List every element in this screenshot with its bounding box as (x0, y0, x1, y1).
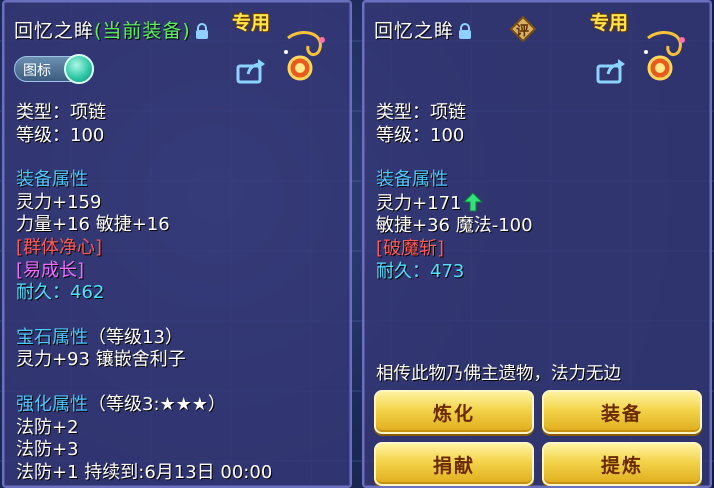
item-type: 类型：项链 (376, 102, 466, 123)
item-details: 类型：项链 等级：100 装备属性 灵力+171 敏捷+36 魔法-100 [破… (376, 102, 533, 283)
enhance-line: 法防+3 (16, 439, 79, 461)
item-description: 相传此物乃佛主遗物，法力无边 (376, 364, 621, 384)
gem-line: 灵力+93 镶嵌舍利子 (16, 349, 186, 371)
donate-button[interactable]: 捐献 (374, 442, 534, 486)
gem-header-row: 宝石属性（等级13） (16, 327, 272, 350)
special-attr: [破魔斩] (376, 237, 445, 259)
enhance-line: 法防+2 (16, 416, 79, 438)
toggle-label: 图标 (23, 63, 51, 79)
durability: 耐久：462 (16, 282, 105, 304)
special-attr-growth: [易成长] (16, 259, 85, 281)
attr-header: 装备属性 (16, 169, 88, 191)
compare-item-panel: 回忆之眸 评 专用 类型：项链 等级：100 装备属性 灵力+171 敏捷+36… (362, 0, 712, 488)
item-level: 等级：100 (16, 124, 105, 146)
necklace-ornament-icon (284, 31, 325, 81)
gem-level: （等级13） (88, 326, 183, 348)
item-details: 类型：项链 等级：100 装备属性 灵力+159 力量+16 敏捷+16 [群体… (16, 102, 272, 484)
equipped-item-panel: 回忆之眸(当前装备) 专用 图标 类型：项链 等级：100 装备属性 灵力+15… (2, 0, 352, 488)
attr-line: 力量+16 敏捷+16 (16, 214, 170, 236)
enhance-level: （等级3:★★★） (88, 393, 226, 415)
toggle-knob (64, 54, 94, 84)
special-tag: 专用 (232, 12, 271, 34)
enhance-header: 强化属性 (16, 393, 88, 415)
item-title: 回忆之眸(当前装备) (14, 16, 209, 43)
enhance-header-row: 强化属性（等级3:★★★） (16, 394, 272, 417)
necklace-ornament-icon (644, 31, 685, 81)
equipped-status: (当前装备) (94, 20, 191, 42)
item-type: 类型：项链 (16, 102, 106, 123)
lock-icon (195, 23, 208, 39)
equip-button[interactable]: 装备 (542, 390, 702, 434)
attr-header: 装备属性 (376, 169, 448, 191)
share-icon[interactable] (236, 58, 266, 84)
attr-line-row: 灵力+171 (376, 192, 533, 216)
attr-line: 灵力+159 (16, 191, 102, 213)
gem-header: 宝石属性 (16, 326, 88, 348)
share-icon[interactable] (596, 58, 626, 84)
attr-line: 灵力+171 (376, 192, 462, 214)
lock-icon (459, 23, 472, 39)
item-name: 回忆之眸 (374, 20, 455, 42)
rate-icon[interactable]: 评 (509, 15, 537, 43)
item-level: 等级：100 (376, 124, 465, 146)
arrow-up-icon (463, 192, 484, 212)
refine-button[interactable]: 炼化 (374, 390, 534, 434)
rate-badge-text: 评 (516, 24, 530, 39)
item-title: 回忆之眸 (374, 16, 472, 43)
special-attr: [群体净心] (16, 236, 103, 258)
item-name: 回忆之眸 (14, 20, 95, 42)
durability: 耐久：473 (376, 260, 465, 282)
extract-button[interactable]: 提炼 (542, 442, 702, 486)
special-tag: 专用 (590, 12, 629, 34)
icon-toggle[interactable]: 图标 (14, 54, 94, 84)
enhance-line: 法防+1 持续到:6月13日 00:00 (16, 461, 273, 483)
attr-line: 敏捷+36 魔法-100 (376, 215, 533, 237)
